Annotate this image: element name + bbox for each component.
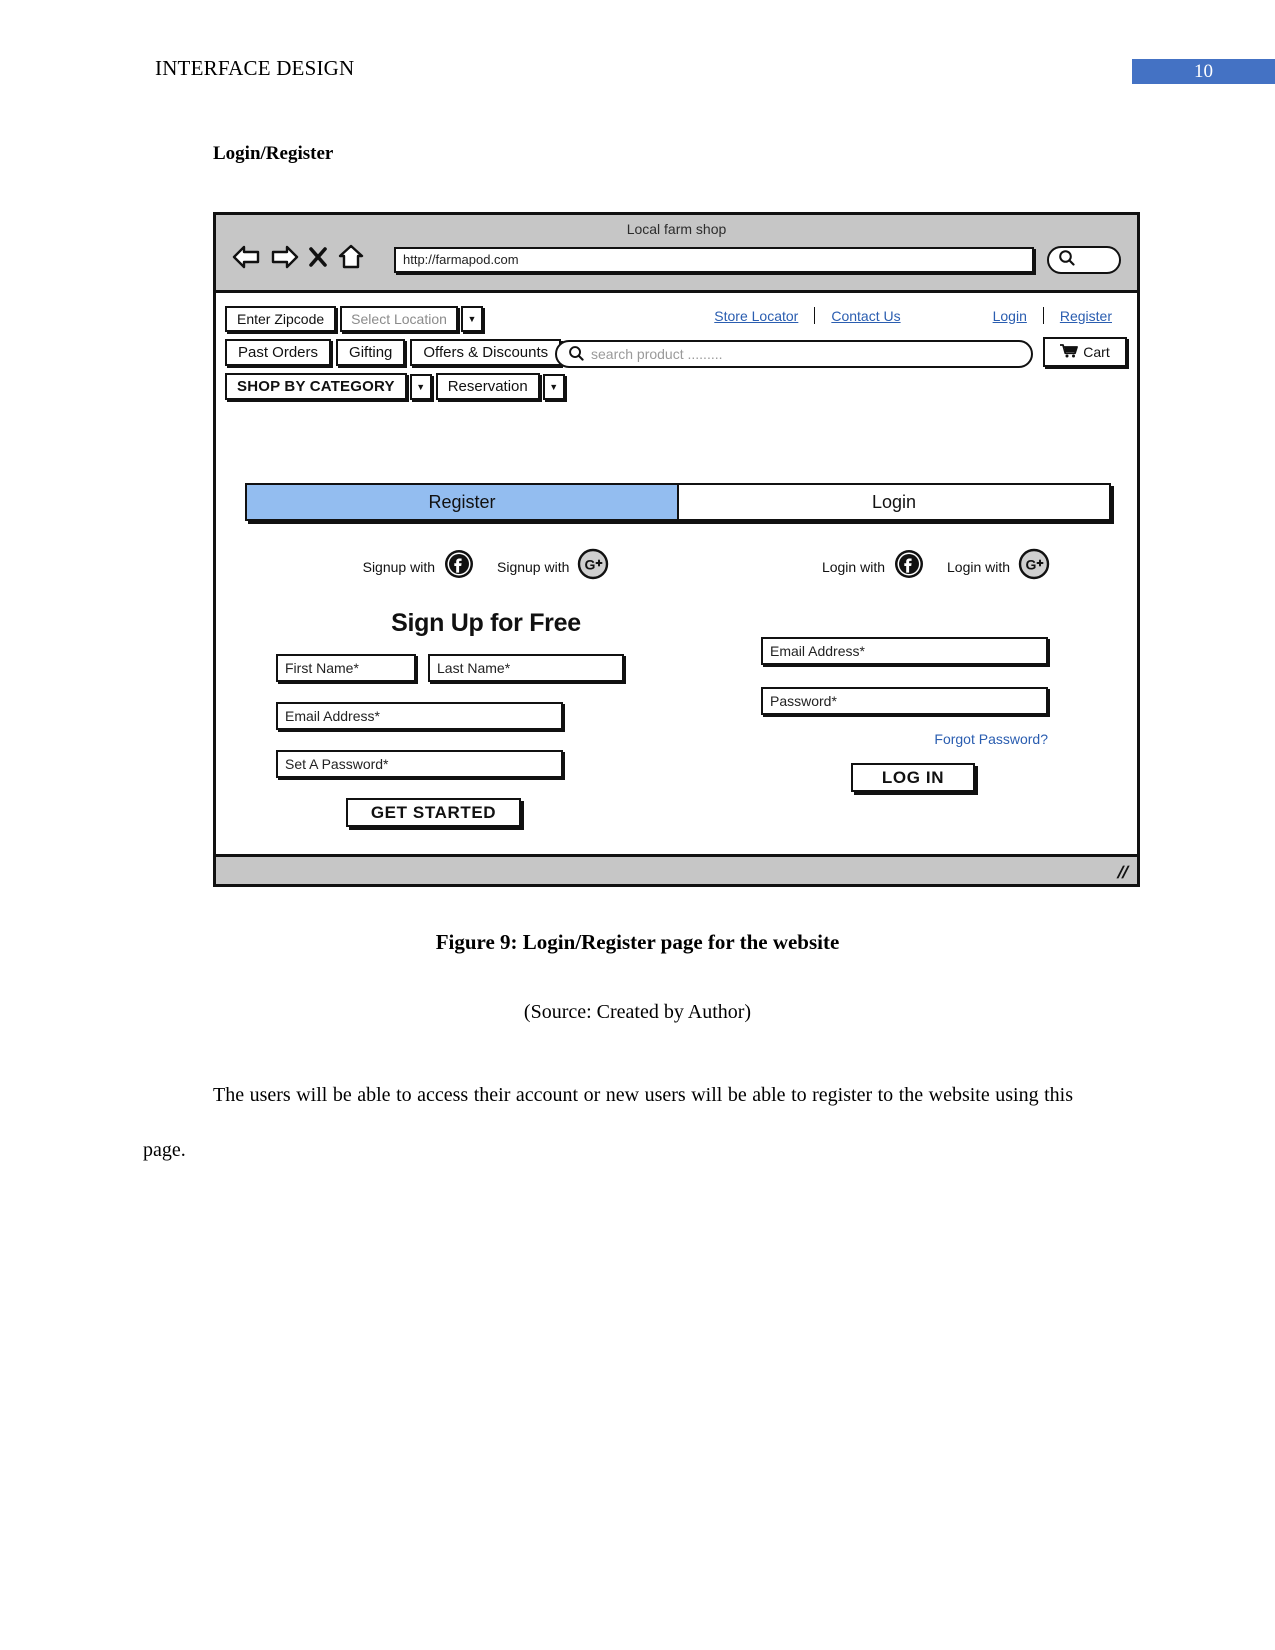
browser-nav-icons [232, 243, 365, 271]
login-fields: Email Address* Password* [761, 637, 1111, 715]
category-chevron-down-icon[interactable]: ▼ [409, 373, 432, 400]
primary-menu-row: Past Orders Gifting Offers & Discounts [225, 339, 566, 366]
section-heading: Login/Register [213, 143, 334, 164]
tab-login[interactable]: Login [679, 485, 1109, 519]
select-location-field[interactable]: Select Location [340, 306, 458, 332]
menu-item-gifting[interactable]: Gifting [336, 339, 406, 366]
log-in-button[interactable]: LOG IN [851, 763, 975, 792]
link-contact-us[interactable]: Contact Us [815, 308, 916, 324]
last-name-input[interactable]: Last Name* [428, 654, 624, 682]
zipcode-row: Enter Zipcode Select Location ▼ [225, 306, 483, 332]
svg-text:G: G [1026, 557, 1037, 573]
home-icon[interactable] [337, 243, 365, 271]
site-body: Enter Zipcode Select Location ▼ Store Lo… [216, 293, 1137, 884]
login-facebook-label: Login with [821, 558, 885, 575]
search-icon [1058, 249, 1075, 271]
product-search-input[interactable]: search product ......... [555, 340, 1033, 368]
cart-button[interactable]: Cart [1043, 337, 1127, 367]
browser-mockup: Local farm shop http://farmapod.com Ente… [213, 212, 1140, 887]
login-email-input[interactable]: Email Address* [761, 637, 1048, 665]
close-icon[interactable] [308, 244, 328, 270]
tab-register[interactable]: Register [247, 485, 679, 519]
menu-item-offers-discounts[interactable]: Offers & Discounts [410, 339, 562, 366]
browser-search-box[interactable] [1047, 246, 1121, 274]
menu-item-past-orders[interactable]: Past Orders [225, 339, 332, 366]
svg-text:G: G [585, 557, 596, 573]
register-panel: Signup with Signup with G Sign Up for Fr… [276, 548, 696, 827]
forgot-password-link[interactable]: Forgot Password? [761, 731, 1048, 747]
running-head: INTERFACE DESIGN [155, 56, 355, 80]
get-started-button[interactable]: GET STARTED [346, 798, 521, 827]
google-plus-icon[interactable]: G [1018, 548, 1050, 585]
register-social-row: Signup with Signup with G [276, 548, 696, 585]
search-icon [568, 345, 584, 364]
enter-zipcode-button[interactable]: Enter Zipcode [225, 306, 337, 332]
back-arrow-icon[interactable] [232, 244, 261, 270]
login-panel: Login with Login with G Email Address* P… [761, 548, 1111, 792]
register-email-input[interactable]: Email Address* [276, 702, 563, 730]
forward-arrow-icon[interactable] [270, 244, 299, 270]
figure-caption: Figure 9: Login/Register page for the we… [435, 930, 840, 954]
shop-by-category-button[interactable]: SHOP BY CATEGORY [225, 373, 407, 400]
resize-grip-icon[interactable]: // [1114, 863, 1131, 883]
cart-label: Cart [1083, 344, 1110, 360]
product-search-placeholder: search product ......... [591, 346, 723, 362]
category-row: SHOP BY CATEGORY ▼ Reservation ▼ [225, 373, 565, 400]
signup-facebook-label: Signup with [362, 558, 435, 575]
name-field-row: First Name* Last Name* [276, 654, 696, 682]
auth-tabs: Register Login [245, 483, 1111, 521]
page-number-badge: 10 [1132, 59, 1275, 84]
url-bar[interactable]: http://farmapod.com [394, 247, 1034, 273]
signup-with-google[interactable]: Signup with G [497, 548, 609, 585]
browser-window-title: Local farm shop [626, 221, 727, 237]
cart-icon [1060, 343, 1079, 361]
login-google-label: Login with [947, 558, 1011, 575]
signup-with-facebook[interactable]: Signup with [363, 548, 475, 585]
browser-chrome: Local farm shop http://farmapod.com [216, 215, 1137, 293]
location-chevron-down-icon[interactable]: ▼ [460, 306, 483, 332]
link-login[interactable]: Login [977, 308, 1043, 324]
facebook-icon[interactable] [443, 548, 475, 585]
first-name-input[interactable]: First Name* [276, 654, 416, 682]
login-with-google[interactable]: Login with G [947, 548, 1050, 585]
link-store-locator[interactable]: Store Locator [698, 308, 814, 324]
browser-status-bar: // [216, 854, 1137, 884]
reservation-chevron-down-icon[interactable]: ▼ [542, 373, 565, 400]
signup-google-label: Signup with [497, 558, 570, 575]
body-paragraph: The users will be able to access their a… [143, 1084, 1073, 1161]
login-social-row: Login with Login with G [761, 548, 1111, 585]
figure-source: (Source: Created by Author) [523, 1001, 752, 1023]
google-plus-icon[interactable]: G [577, 548, 609, 585]
signup-title: Sign Up for Free [391, 609, 581, 637]
login-with-facebook[interactable]: Login with [822, 548, 925, 585]
utility-links: Store Locator Contact Us Login Register [698, 307, 1128, 324]
login-password-input[interactable]: Password* [761, 687, 1048, 715]
link-register[interactable]: Register [1044, 308, 1128, 324]
set-password-input[interactable]: Set A Password* [276, 750, 563, 778]
reservation-button[interactable]: Reservation [435, 373, 540, 400]
document-header: INTERFACE DESIGN 10 [0, 0, 1275, 100]
facebook-icon[interactable] [893, 548, 925, 585]
